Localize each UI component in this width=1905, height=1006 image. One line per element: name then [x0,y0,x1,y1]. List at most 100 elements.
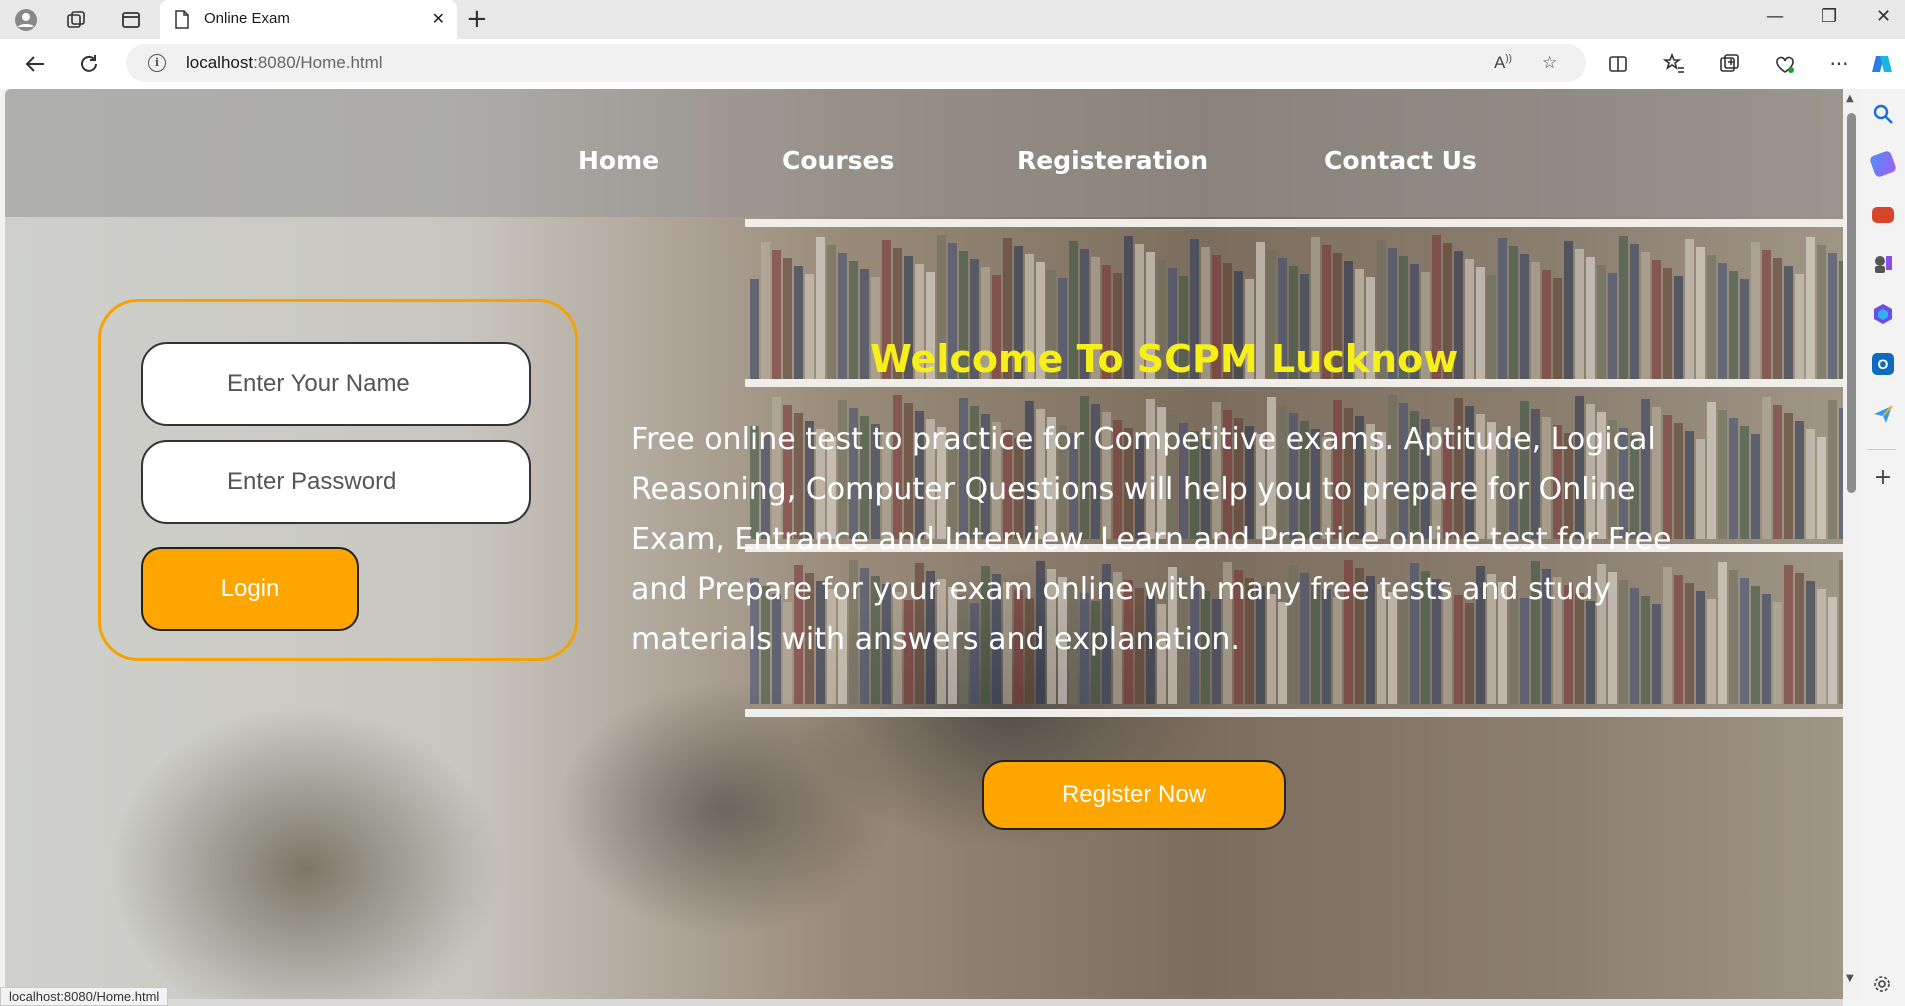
favorites-icon[interactable] [1661,51,1687,77]
close-tab-icon[interactable]: ✕ [432,9,445,28]
book-spine [1762,250,1771,379]
menu-home[interactable]: Home [578,146,659,175]
document-icon [174,10,190,33]
menu-courses[interactable]: Courses [782,146,894,175]
book-spine [1718,410,1727,539]
search-icon[interactable] [1872,103,1894,125]
new-tab-button[interactable]: + [466,5,488,33]
book-spine [1773,602,1782,704]
book-spine [1509,246,1518,379]
book-spine [1718,263,1727,379]
book-spine [1828,597,1837,704]
book-spine [772,250,781,379]
tab-title: Online Exam [204,10,290,27]
vertical-scrollbar[interactable]: ▲ ▼ [1843,89,1860,999]
book-spine [849,261,858,379]
book-spine [805,274,814,379]
book-spine [816,237,825,379]
book-spine [1729,570,1738,704]
password-input[interactable]: Enter Password [141,440,531,524]
microsoft-365-icon[interactable] [1872,303,1894,325]
book-spine [1817,589,1826,704]
edge-sidebar: O + [1860,89,1905,1006]
scroll-up-arrow-icon[interactable]: ▲ [1846,93,1854,104]
book-spine [1784,266,1793,379]
address-bar[interactable]: i localhost:8080/Home.html A)) ☆ [126,44,1586,82]
book-spine [1751,586,1760,704]
book-spine [1520,254,1529,379]
restore-button[interactable]: ❐ [1821,6,1837,27]
book-spine [761,242,770,379]
book-spine [1597,265,1606,379]
book-spine [1542,270,1551,379]
address-toolbar: i localhost:8080/Home.html A)) ☆ ··· [0,39,1905,89]
book-spine [1817,437,1826,539]
vertical-tabs-icon[interactable] [119,8,143,32]
book-spine [1465,259,1474,379]
split-screen-icon[interactable] [1605,51,1631,77]
book-spine [1685,239,1694,379]
shopping-tag-icon[interactable] [1868,149,1898,179]
add-sidebar-app-icon[interactable]: + [1872,467,1894,489]
book-spine [860,269,869,379]
book-spine [1586,257,1595,379]
refresh-icon[interactable] [76,51,102,77]
book-spine [1740,426,1749,539]
collections-icon[interactable] [1717,51,1743,77]
back-arrow-icon[interactable] [22,51,48,77]
sidebar-settings-gear-icon[interactable] [1872,974,1894,996]
profile-icon[interactable] [14,8,38,32]
close-window-button[interactable]: ✕ [1876,6,1891,27]
more-options-icon[interactable]: ··· [1826,51,1852,77]
register-now-button[interactable]: Register Now [982,760,1286,830]
book-spine [1696,247,1705,379]
menu-contact-us[interactable]: Contact Us [1324,146,1477,175]
copilot-icon[interactable] [1869,51,1895,77]
name-input[interactable]: Enter Your Name [141,342,531,426]
book-spine [1762,594,1771,704]
browser-tab[interactable]: Online Exam ✕ [160,0,457,39]
favorite-star-icon[interactable]: ☆ [1542,53,1557,73]
login-button[interactable]: Login [141,547,359,631]
book-spine [1630,244,1639,379]
scroll-down-arrow-icon[interactable]: ▼ [1846,973,1854,984]
book-spine [1641,252,1650,379]
menu-registeration[interactable]: Registeration [1017,146,1208,175]
send-icon[interactable] [1872,403,1894,425]
book-spine [1663,268,1672,379]
book-spine [1740,578,1749,704]
book-spine [1751,434,1760,539]
minimize-button[interactable]: — [1766,6,1784,27]
book-spine [1806,581,1815,704]
book-spine [1806,237,1815,379]
book-spine [1487,275,1496,379]
read-aloud-icon[interactable]: A)) [1494,53,1512,73]
games-icon[interactable] [1872,253,1894,275]
book-spine [1773,258,1782,379]
description-text: Free online test to practice for Competi… [631,422,1672,657]
header-band [5,89,1843,217]
book-spine [1564,241,1573,379]
book-spine [1553,278,1562,379]
book-spine [783,258,792,379]
book-spine [1674,276,1683,379]
shelf [745,219,1843,227]
book-spine [1608,273,1617,379]
book-spine [1817,245,1826,379]
outlook-icon[interactable]: O [1872,353,1894,375]
tools-briefcase-icon[interactable] [1872,207,1894,223]
browser-essentials-icon[interactable] [1772,51,1798,77]
welcome-title: Welcome To SCPM Lucknow [870,337,1459,381]
scrollbar-thumb[interactable] [1847,113,1856,493]
site-info-icon[interactable]: i [148,54,166,72]
url-text[interactable]: localhost:8080/Home.html [186,53,383,73]
sidebar-divider [1868,449,1896,450]
book-spine [1729,271,1738,379]
book-spine [1707,255,1716,379]
book-spine [1751,242,1760,379]
book-spine [1652,260,1661,379]
workspaces-icon[interactable] [64,8,88,32]
book-spine [1828,253,1837,379]
book-spine [1795,421,1804,539]
horizontal-scrollbar[interactable] [5,999,1843,1006]
